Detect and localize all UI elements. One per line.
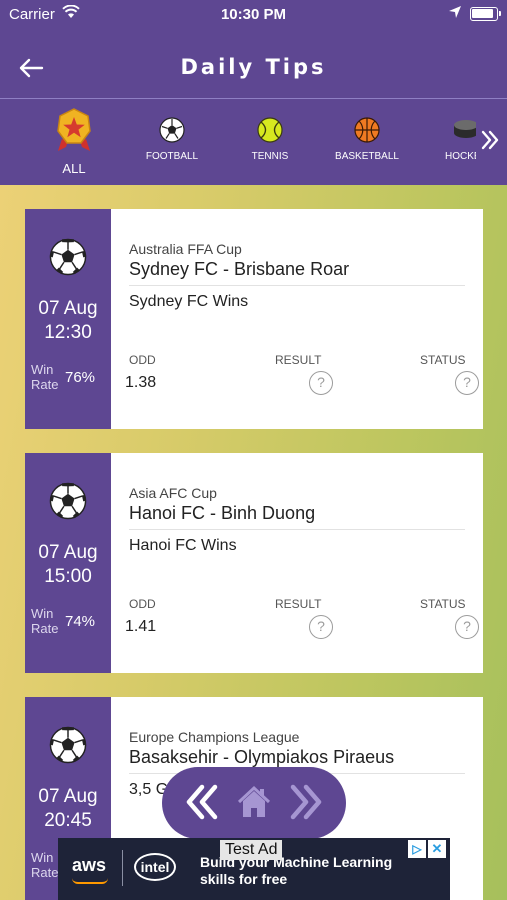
battery-icon bbox=[470, 7, 501, 21]
win-rate-value: 74% bbox=[65, 613, 96, 630]
trophy-badge-icon bbox=[54, 107, 94, 156]
intel-logo: intel bbox=[134, 853, 176, 881]
status-header: STATUS bbox=[420, 597, 466, 611]
tabs-next-icon[interactable] bbox=[480, 129, 500, 156]
match-teams: Sydney FC - Brisbane Roar bbox=[129, 259, 350, 279]
location-arrow-icon bbox=[448, 5, 462, 23]
soccer-ball-icon bbox=[49, 726, 87, 769]
ad-divider bbox=[122, 850, 123, 886]
result-header: RESULT bbox=[275, 597, 322, 611]
tab-hockey-label: HOCKE bbox=[445, 151, 476, 162]
soccer-ball-icon bbox=[159, 117, 185, 146]
status-bar: Carrier 10:30 PM bbox=[0, 0, 507, 28]
tip-card-side: 07 Aug 15:00 Win Rate 74% bbox=[25, 453, 111, 673]
tab-basketball-label: BASKETBALL bbox=[335, 151, 399, 162]
tip-date: 07 Aug bbox=[38, 542, 98, 563]
odd-header: ODD bbox=[129, 353, 156, 367]
odd-header: ODD bbox=[129, 597, 156, 611]
status-unknown-icon: ? bbox=[455, 371, 479, 395]
status-header: STATUS bbox=[420, 353, 466, 367]
tab-all-label: ALL bbox=[62, 161, 86, 176]
page-title: Daily Tips bbox=[180, 55, 327, 79]
tab-football-label: FOOTBALL bbox=[145, 151, 199, 162]
tip-date: 07 Aug bbox=[38, 298, 98, 319]
aws-smile-icon bbox=[72, 878, 108, 884]
ad-close-icon[interactable]: ✕ bbox=[428, 840, 446, 858]
tip-time: 20:45 bbox=[44, 810, 92, 831]
ad-banner[interactable]: aws intel Build your Machine Learning sk… bbox=[58, 838, 450, 900]
clock: 10:30 PM bbox=[220, 6, 287, 23]
app-header: Carrier 10:30 PM Daily Tips bbox=[0, 0, 507, 98]
result-header: RESULT bbox=[275, 353, 322, 367]
tab-hockey[interactable]: HOCKE bbox=[440, 99, 476, 186]
tab-tennis-label: TENNIS bbox=[251, 151, 289, 162]
tab-football[interactable]: FOOTBALL bbox=[141, 99, 203, 186]
win-rate-label: Win Rate bbox=[31, 850, 59, 880]
tip-card[interactable]: 07 Aug 15:00 Win Rate 74% Asia AFC Cup Ha… bbox=[25, 453, 483, 673]
tip-date: 07 Aug bbox=[38, 786, 98, 807]
tip-card[interactable]: 07 Aug 12:30 Win Rate 76% Australia FFA C… bbox=[25, 209, 483, 429]
previous-page-icon[interactable] bbox=[184, 783, 220, 826]
tip-time: 15:00 bbox=[44, 566, 92, 587]
basketball-icon bbox=[354, 117, 380, 146]
odd-value: 1.38 bbox=[125, 374, 157, 391]
result-unknown-icon: ? bbox=[309, 615, 333, 639]
win-rate-value: 76% bbox=[65, 369, 96, 386]
soccer-ball-icon bbox=[49, 482, 87, 525]
status-unknown-icon: ? bbox=[455, 615, 479, 639]
odd-value: 1.41 bbox=[125, 618, 157, 635]
tab-tennis[interactable]: TENNIS bbox=[240, 99, 300, 186]
league-name: Asia AFC Cup bbox=[129, 485, 217, 501]
aws-logo: aws bbox=[72, 855, 107, 875]
tip-pick: Sydney FC Wins bbox=[129, 293, 249, 310]
league-name: Europe Champions League bbox=[129, 729, 300, 745]
match-teams: Basaksehir - Olympiakos Piraeus bbox=[129, 747, 395, 767]
pager bbox=[162, 767, 346, 839]
win-rate-label: Win Rate bbox=[31, 362, 59, 392]
ad-info-icon[interactable]: ▷ bbox=[408, 840, 426, 858]
divider bbox=[129, 529, 465, 530]
tip-pick: Hanoi FC Wins bbox=[129, 537, 237, 554]
win-rate-label: Win Rate bbox=[31, 606, 59, 636]
tennis-ball-icon bbox=[257, 117, 283, 146]
hockey-puck-icon bbox=[452, 117, 476, 144]
league-name: Australia FFA Cup bbox=[129, 241, 242, 257]
home-icon[interactable] bbox=[236, 783, 272, 826]
divider bbox=[129, 285, 465, 286]
tab-basketball[interactable]: BASKETBALL bbox=[330, 99, 404, 186]
test-ad-badge: Test Ad bbox=[220, 840, 283, 860]
next-page-icon[interactable] bbox=[288, 783, 324, 826]
sport-tabs: ALL FOOTBALL TENNIS BASKETBALL HOCKE bbox=[0, 98, 507, 185]
tip-time: 12:30 bbox=[44, 322, 92, 343]
tab-all[interactable]: ALL bbox=[44, 99, 104, 186]
match-teams: Hanoi FC - Binh Duong bbox=[129, 503, 316, 523]
soccer-ball-icon bbox=[49, 238, 87, 281]
result-unknown-icon: ? bbox=[309, 371, 333, 395]
tip-card-side: 07 Aug 12:30 Win Rate 76% bbox=[25, 209, 111, 429]
